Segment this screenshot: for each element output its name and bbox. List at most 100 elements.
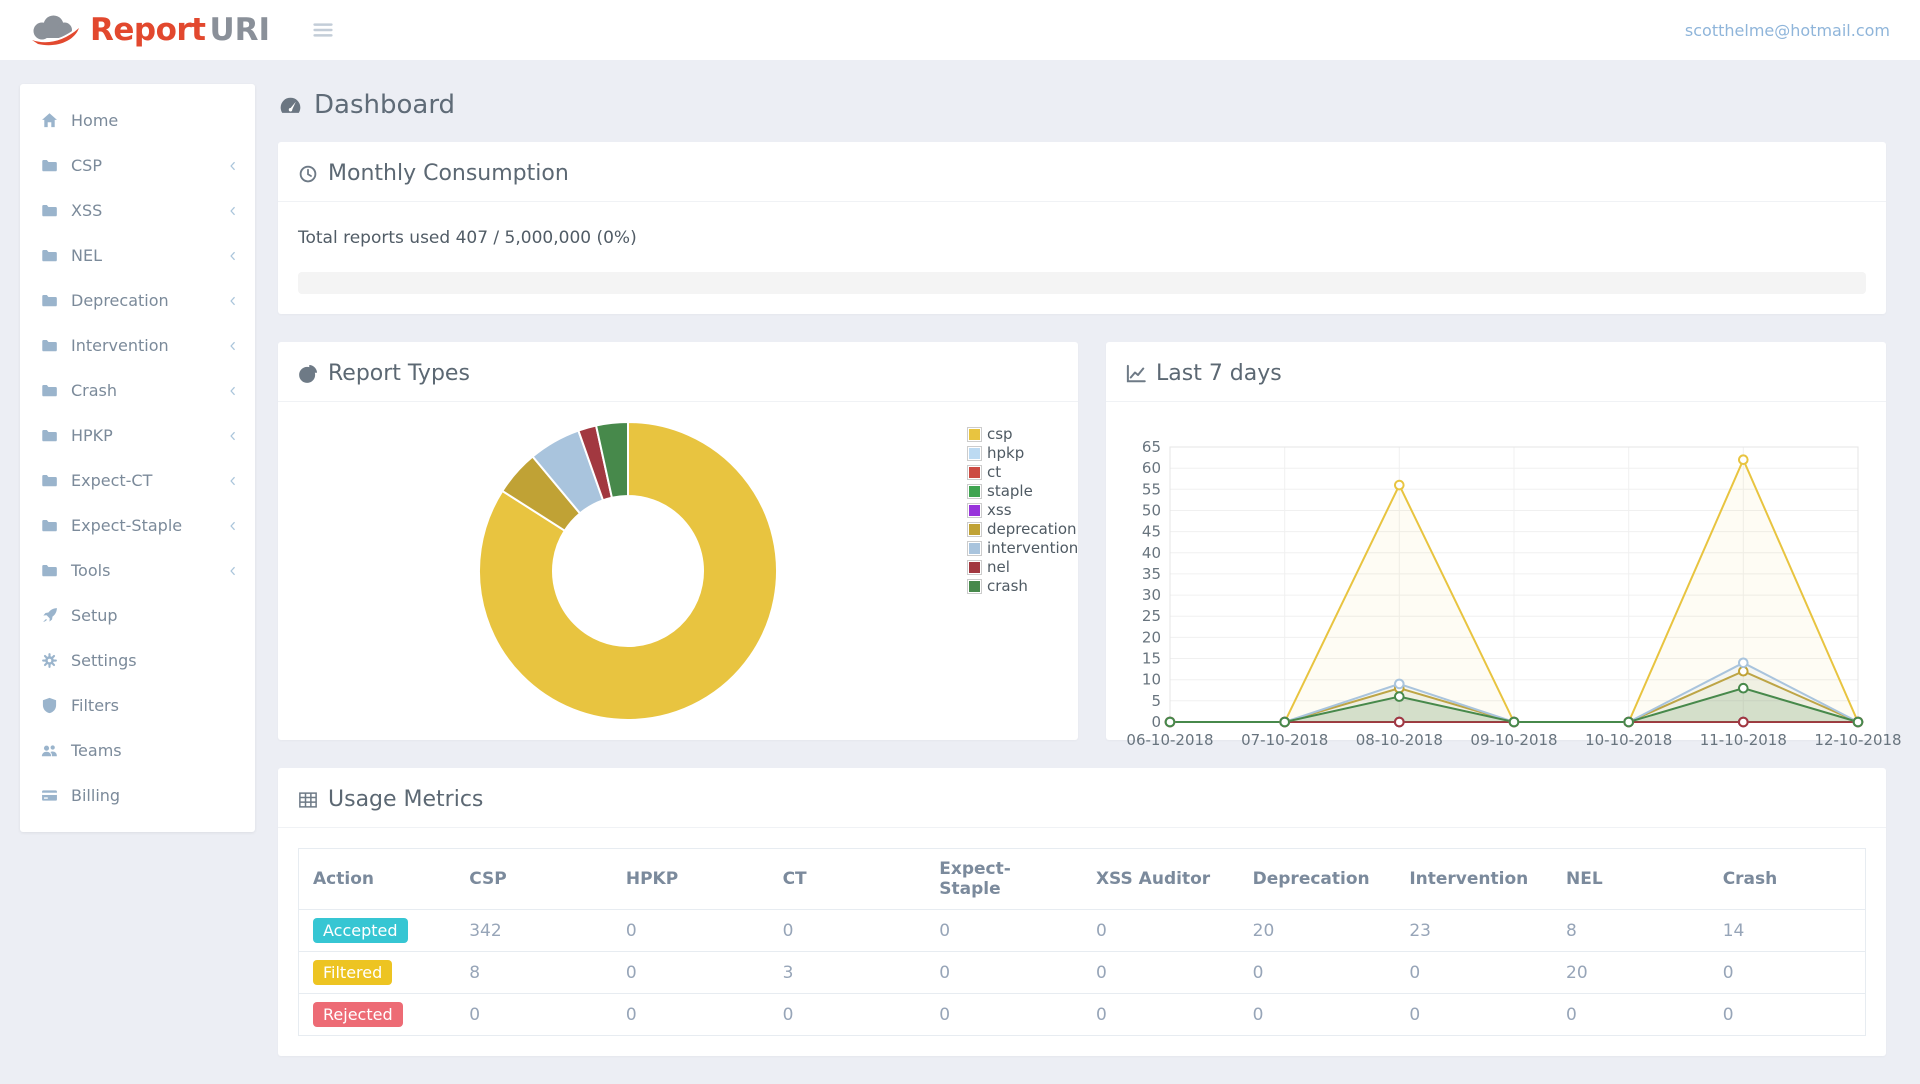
table-icon: [298, 790, 318, 810]
sidebar-item-crash[interactable]: Crash: [20, 368, 255, 413]
table-cell: 0: [1708, 951, 1866, 994]
legend-swatch-color: [969, 466, 980, 478]
legend-item: ct: [967, 464, 1078, 480]
legend-swatch-color: [969, 561, 980, 573]
last7days-chart: 0 5 10 15 20 25 30 35 40 45 50 55 60 65 06-10-2018 07-1…: [1126, 438, 1901, 749]
sidebar-item-filters[interactable]: Filters: [20, 683, 255, 728]
sidebar-item-settings[interactable]: Settings: [20, 638, 255, 683]
legend-swatch: [967, 521, 982, 537]
legend-label: xss: [987, 501, 1012, 519]
svg-text:06-10-2018: 06-10-2018: [1126, 731, 1213, 749]
sidebar-item-hpkp[interactable]: HPKP: [20, 413, 255, 458]
sidebar-item-label: Setup: [71, 606, 118, 625]
legend-swatch: [967, 483, 982, 499]
logo[interactable]: Report URI: [30, 12, 270, 48]
sidebar-menu: Home CSP XSS NEL Deprecation Intervention Cras…: [20, 98, 255, 818]
sidebar-item-home[interactable]: Home: [20, 98, 255, 143]
usage-metrics-panel: Usage Metrics Action CSP HPKP CT Expect-Stap…: [278, 768, 1886, 1056]
column-header: HPKP: [611, 848, 769, 910]
legend-label: ct: [987, 463, 1002, 481]
legend-swatch-color: [969, 542, 980, 554]
sidebar-item-nel[interactable]: NEL: [20, 233, 255, 278]
legend-swatch-color: [969, 485, 980, 497]
legend-item: crash: [967, 578, 1078, 594]
clock-icon: [298, 164, 318, 184]
sidebar-item-label: Expect-CT: [71, 471, 153, 490]
usage-metrics-table: Action CSP HPKP CT Expect-Staple XSS Auditor D…: [298, 848, 1866, 1036]
sidebar-item-billing[interactable]: Billing: [20, 773, 255, 818]
page-title-text: Dashboard: [314, 90, 456, 120]
report-types-title: Report Types: [328, 361, 470, 386]
last7days-panel: Last 7 days 0 5 10 15 20 25 30 35 40 45 50 55 60 65 06…: [1106, 342, 1902, 749]
sidebar-item-teams[interactable]: Teams: [20, 728, 255, 773]
table-cell: 3: [768, 951, 926, 994]
table-cell: 20: [1552, 951, 1709, 994]
last7days-header: Last 7 days: [1106, 342, 1886, 402]
sidebar-item-label: Expect-Staple: [71, 516, 183, 535]
usage-text: Total reports used 407 / 5,000,000 (0%): [298, 228, 637, 248]
table-cell: 0: [1409, 1004, 1421, 1025]
last7days-body: 0 5 10 15 20 25 30 35 40 45 50 55 60 65 06-10-2018 07-1…: [1106, 402, 1901, 778]
chevron-left-icon: [227, 160, 239, 172]
sidebar-toggle-icon[interactable]: [312, 19, 334, 41]
table-cell: 342: [455, 909, 612, 952]
sidebar-item-label: Deprecation: [71, 291, 169, 310]
sidebar-item-intervention[interactable]: Intervention: [20, 323, 255, 368]
users-icon: [38, 742, 60, 759]
sidebar-item-tools[interactable]: Tools: [20, 548, 255, 593]
status-badge-rejected: Rejected: [313, 1002, 403, 1027]
legend-swatch-color: [969, 504, 980, 516]
sidebar-item-expect-staple[interactable]: Expect-Staple: [20, 503, 255, 548]
folder-icon: [38, 427, 60, 444]
table-cell: 0: [469, 1004, 481, 1025]
table-cell: 8: [1552, 909, 1709, 952]
main-content: Dashboard Monthly Consumption Total repo…: [255, 84, 1902, 1084]
sidebar-item-expect-ct[interactable]: Expect-CT: [20, 458, 255, 503]
status-badge-accepted: Accepted: [313, 918, 408, 943]
column-header: Intervention: [1395, 848, 1552, 910]
table-cell: 0: [1395, 951, 1552, 994]
table-cell: 0: [768, 909, 926, 952]
table-cell: 14: [1708, 909, 1866, 952]
sidebar-item-deprecation[interactable]: Deprecation: [20, 278, 255, 323]
logo-text-uri: URI: [209, 12, 271, 48]
folder-icon: [38, 157, 60, 174]
shield-icon: [38, 697, 60, 714]
table-row: Filtered 8 0 3 0 0 0 0 20 0: [298, 951, 1866, 994]
svg-text:60: 60: [1142, 459, 1161, 477]
legend-label: intervention: [987, 539, 1079, 557]
sidebar-item-setup[interactable]: Setup: [20, 593, 255, 638]
pie-chart-icon: [298, 364, 318, 384]
legend-swatch: [967, 464, 982, 480]
chevron-left-icon: [227, 250, 239, 262]
table-row: Rejected 0 0 0 0 0 0 0 0 0: [299, 994, 1866, 1036]
folder-icon: [38, 202, 60, 219]
folder-icon: [38, 382, 60, 399]
column-header: Deprecation: [1238, 848, 1396, 910]
table-cell: 0: [625, 1004, 637, 1025]
table-cell: 0: [1081, 951, 1239, 994]
sidebar-item-label: Filters: [71, 696, 119, 715]
table-cell: 0: [1095, 1004, 1107, 1025]
sidebar-item-label: XSS: [71, 201, 103, 220]
user-email[interactable]: scotthelme@hotmail.com: [1685, 21, 1890, 40]
table-cell: 23: [1395, 909, 1552, 952]
legend-swatch-color: [969, 447, 980, 459]
line-chart-icon: [1126, 364, 1146, 384]
table-cell: 0: [925, 909, 1082, 952]
legend-swatch: [967, 559, 982, 575]
svg-text:09-10-2018: 09-10-2018: [1470, 731, 1557, 749]
legend-label: hpkp: [987, 444, 1025, 462]
sidebar-item-csp[interactable]: CSP: [20, 143, 255, 188]
action-cell: Filtered: [298, 951, 456, 994]
sidebar-item-xss[interactable]: XSS: [20, 188, 255, 233]
column-header: Action: [298, 848, 456, 910]
table-cell: 0: [1238, 951, 1396, 994]
legend-swatch: [967, 540, 982, 556]
monthly-consumption-header: Monthly Consumption: [278, 142, 1886, 202]
action-cell: Accepted: [298, 909, 456, 952]
sidebar-item-label: Tools: [71, 561, 111, 580]
chevron-left-icon: [227, 475, 239, 487]
svg-text:5: 5: [1151, 692, 1161, 710]
legend-label: crash: [987, 577, 1028, 595]
